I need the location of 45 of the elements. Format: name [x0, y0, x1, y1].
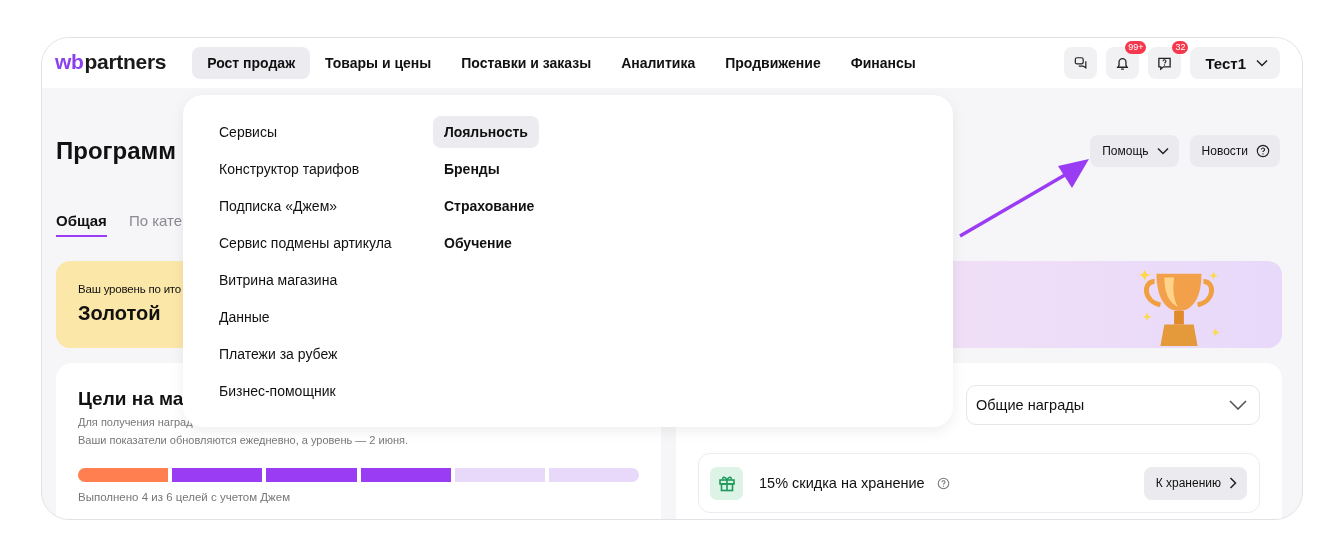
menu-item[interactable]: Сервисы	[208, 116, 288, 148]
nav-tab[interactable]: Товары и цены	[310, 47, 447, 79]
level-caption: Ваш уровень по ито	[78, 283, 181, 295]
nav-tab[interactable]: Продвижение	[710, 47, 836, 79]
help-icon[interactable]	[936, 476, 950, 490]
question-chat-icon	[1157, 55, 1173, 71]
menu-item[interactable]: Страхование	[433, 190, 546, 222]
goals-description: Ваши показатели обновляются ежедневно, а уровень — 2 июня.	[78, 434, 408, 446]
gift-icon	[710, 466, 743, 500]
chevron-down-icon	[1256, 59, 1268, 67]
menu-item[interactable]: Конструктор тарифов	[208, 153, 371, 185]
menu-item[interactable]: Платежи за рубеж	[208, 338, 349, 370]
reward-title: 15% скидка на хранение	[759, 475, 925, 491]
menu-item[interactable]: Бизнес-помощник	[208, 375, 347, 407]
bell-icon	[1115, 55, 1131, 71]
goals-title: Цели на ма	[78, 388, 184, 410]
logo[interactable]: wbpartners	[55, 49, 167, 77]
nav-tab[interactable]: Аналитика	[606, 47, 711, 79]
notification-badge: 99+	[1125, 41, 1147, 54]
level-name: Золотой	[78, 302, 161, 325]
menu-item[interactable]: Лояльность	[433, 116, 539, 148]
help-dropdown-button[interactable]: Помощь	[1090, 135, 1179, 167]
user-menu-button[interactable]: Тест1	[1190, 47, 1280, 79]
chevron-right-icon	[1229, 477, 1237, 489]
chevron-down-icon	[1156, 147, 1169, 155]
notification-badge: 32	[1172, 41, 1189, 54]
chevron-down-icon	[1229, 400, 1247, 410]
nav-tab[interactable]: Поставки и заказы	[446, 47, 607, 79]
rewards-select[interactable]: Общие награды	[966, 385, 1260, 425]
nav-tab[interactable]: Рост продаж	[192, 47, 311, 79]
nav-tab[interactable]: Финансы	[835, 47, 931, 79]
menu-item[interactable]: Бренды	[433, 153, 511, 185]
chat-button[interactable]	[1064, 47, 1098, 79]
menu-item[interactable]: Обучение	[433, 227, 523, 259]
menu-item[interactable]: Сервис подмены артикула	[208, 227, 403, 259]
chat-icon	[1073, 56, 1088, 70]
goals-summary: Выполнено 4 из 6 целей с учетом Джем	[78, 491, 292, 503]
menu-item[interactable]: Витрина магазина	[208, 264, 349, 296]
reward-action-button[interactable]: К хранению	[1143, 466, 1247, 500]
help-icon	[1256, 144, 1270, 158]
news-button[interactable]: Новости	[1189, 135, 1280, 167]
page-title: Программ	[56, 137, 177, 165]
tab[interactable]: Общая	[56, 205, 107, 237]
menu-item[interactable]: Подписка «Джем»	[208, 190, 349, 222]
menu-item[interactable]: Данные	[208, 301, 281, 333]
